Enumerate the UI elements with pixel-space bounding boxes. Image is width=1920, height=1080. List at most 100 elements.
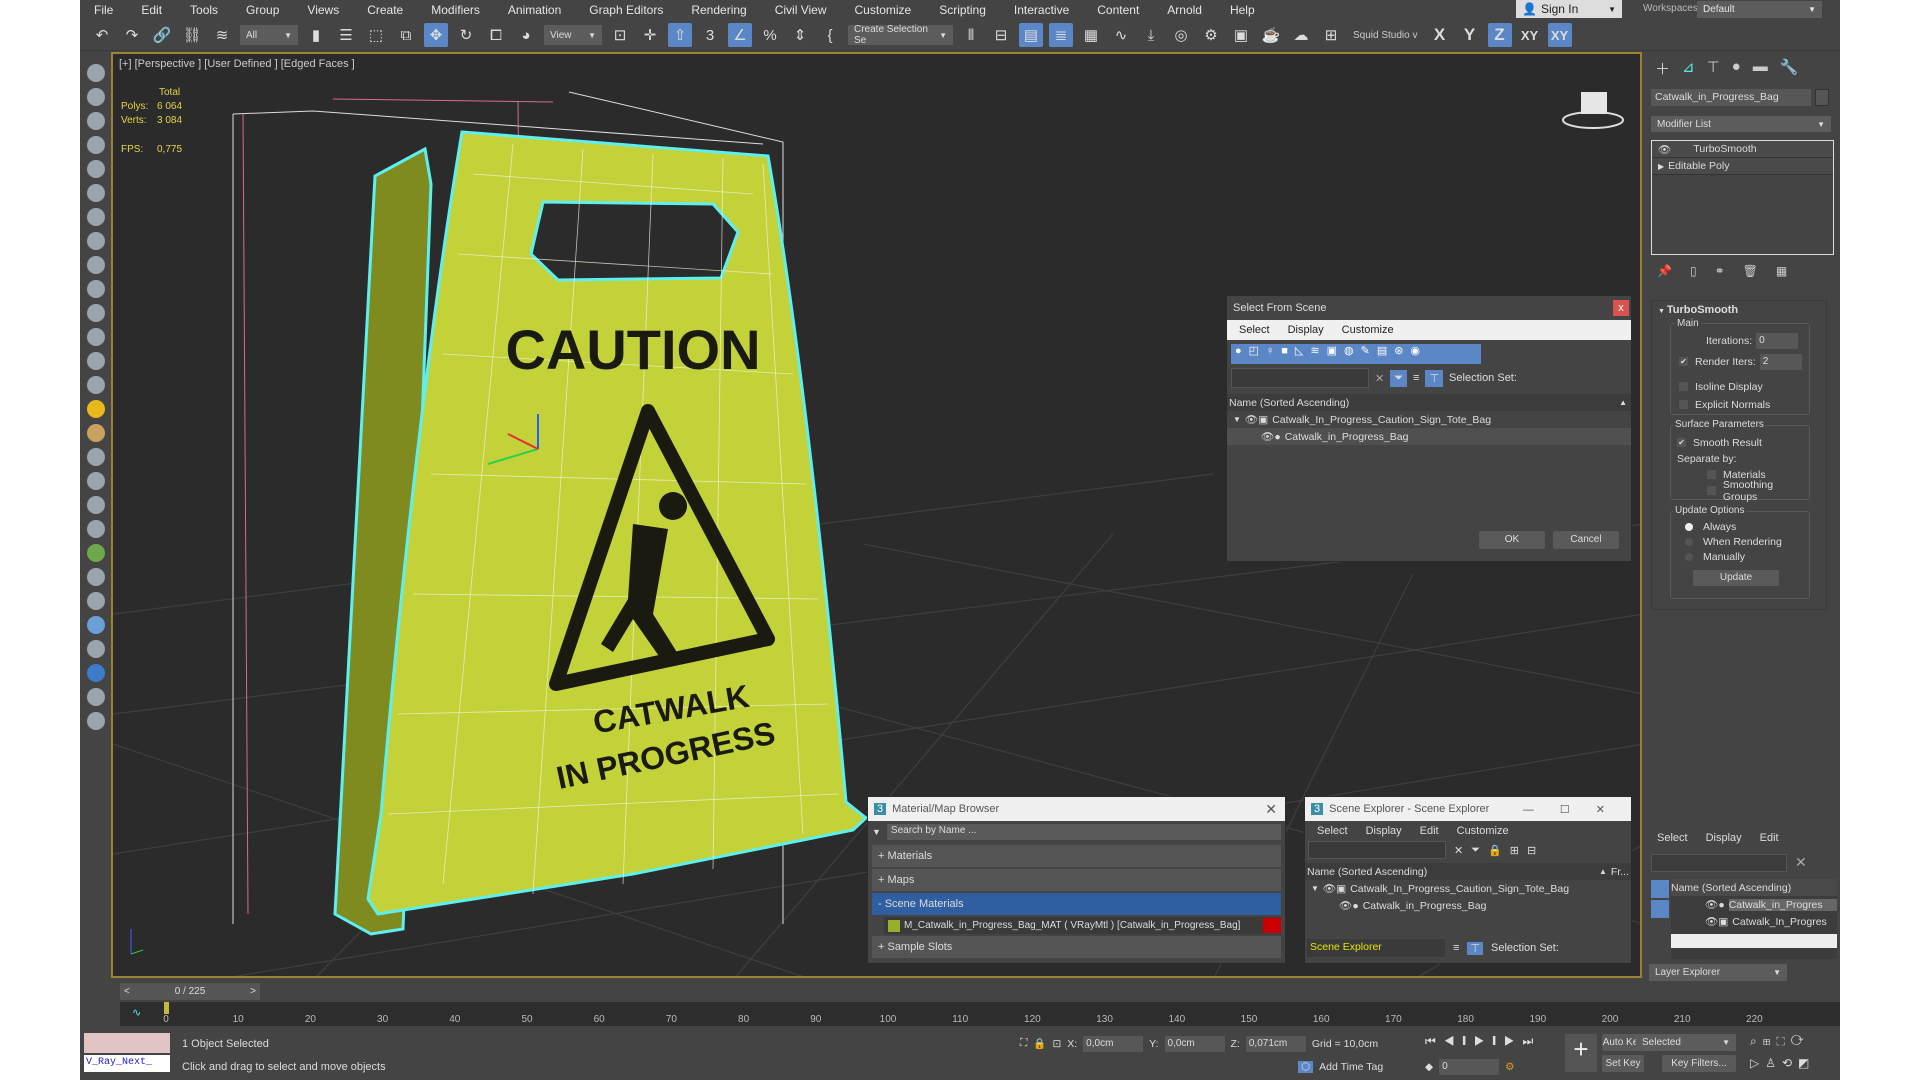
trash-icon[interactable]: 🗑 — [1743, 264, 1758, 278]
menu-customize[interactable]: Customize — [841, 3, 926, 17]
key-mode-dropdown[interactable]: Selected ▼ — [1636, 1034, 1736, 1051]
column-header[interactable]: Name (Sorted Ascending) ▲ Fr... — [1305, 863, 1631, 880]
object-name-field[interactable]: Catwalk_in_Progress_Bag — [1651, 89, 1811, 106]
paint-icon[interactable] — [86, 472, 105, 490]
search-input[interactable]: Search by Name ... — [886, 824, 1281, 840]
selection-filter-dropdown[interactable]: All ▼ — [240, 25, 298, 45]
place-icon[interactable]: ◕ — [514, 23, 538, 47]
unlink-icon[interactable]: ⛓ — [180, 23, 204, 47]
menu-help[interactable]: Help — [1216, 3, 1269, 17]
utilities-tab-icon[interactable]: 🔧 — [1780, 58, 1799, 79]
create-tab-icon[interactable]: ＋ — [1655, 58, 1670, 79]
column-header[interactable]: Name (Sorted Ascending) — [1671, 879, 1837, 896]
hierarchy-icon[interactable]: ⊤ — [1425, 369, 1444, 387]
object-color-swatch[interactable] — [1815, 89, 1829, 106]
playback-controls[interactable]: ⏮◀❙▶❙▶⏭ — [1425, 1034, 1541, 1049]
column-header[interactable]: Name (Sorted Ascending) ▲ — [1227, 394, 1631, 411]
set-key-button[interactable]: Set Key — [1602, 1055, 1644, 1072]
plant-icon[interactable] — [86, 544, 105, 562]
menu-civil-view[interactable]: Civil View — [761, 3, 841, 17]
menu-edit[interactable]: Edit — [127, 3, 176, 17]
viewport-label[interactable]: [+] [Perspective ] [User Defined ] [Edge… — [119, 58, 355, 70]
material-ball-icon[interactable] — [86, 616, 105, 634]
ball-icon[interactable] — [86, 424, 105, 442]
ribbon-icon[interactable]: ▦ — [1079, 23, 1103, 47]
close-button[interactable]: x — [1613, 300, 1629, 316]
browser-titlebar[interactable]: 3 Material/Map Browser ✕ — [868, 797, 1285, 821]
studio-label[interactable]: Squid Studio v — [1349, 30, 1422, 41]
material-item[interactable]: M_Catwalk_in_Progress_Bag_MAT ( VRayMtl … — [884, 917, 1281, 934]
eye-icon[interactable]: 👁 — [1652, 143, 1671, 156]
menu-arnold[interactable]: Arnold — [1153, 3, 1216, 17]
material-editor-icon[interactable]: ◎ — [1169, 23, 1193, 47]
globe-icon[interactable] — [86, 520, 105, 538]
scene-materials-section[interactable]: - Scene Materials — [872, 893, 1281, 915]
render-icon[interactable] — [86, 640, 105, 658]
viewport-nav-controls[interactable]: ⌕⊞⛶⟳ — [1750, 1034, 1810, 1049]
camera-icon[interactable] — [86, 256, 105, 274]
render-setup-icon[interactable]: ⚙ — [1199, 23, 1223, 47]
make-unique-icon[interactable]: ⚭ — [1715, 264, 1725, 278]
hierarchy-tab-icon[interactable]: ⊤ — [1707, 58, 1720, 79]
time-config-icon[interactable]: ⚙ — [1505, 1061, 1514, 1073]
prev-frame-icon[interactable]: < — [120, 986, 134, 997]
axis-z-button[interactable]: Z — [1487, 23, 1512, 47]
workspaces-dropdown[interactable]: Default ▼ — [1697, 1, 1822, 18]
layer-row[interactable]: 👁▣ Catwalk_In_Progres — [1671, 913, 1837, 930]
lock-icon[interactable]: 🔒 — [1488, 844, 1502, 857]
bind-spacewarp-icon[interactable]: ≋ — [210, 23, 234, 47]
maps-section[interactable]: + Maps — [872, 869, 1281, 891]
time-slider-marker[interactable] — [164, 1002, 169, 1014]
sign-in-button[interactable]: 👤 Sign In ▼ — [1516, 0, 1622, 18]
iterations-field[interactable]: Iterations: 0 — [1706, 332, 1799, 349]
rendered-frame-icon[interactable]: ▣ — [1229, 23, 1253, 47]
info-icon[interactable] — [86, 688, 105, 706]
select-move-icon[interactable]: ✥ — [424, 23, 448, 47]
menu-edit[interactable]: Edit — [1760, 832, 1779, 844]
menu-select[interactable]: Select — [1239, 324, 1270, 336]
tree-row[interactable]: 👁● Catwalk_in_Progress_Bag — [1305, 897, 1631, 914]
layers-icon[interactable]: ≡ — [1453, 942, 1459, 954]
menu-display[interactable]: Display — [1366, 825, 1402, 837]
clear-search-icon[interactable]: ✕ — [1795, 854, 1807, 871]
sphere2-icon[interactable] — [86, 328, 105, 346]
help-icon[interactable] — [86, 712, 105, 730]
plane-icon[interactable] — [86, 280, 105, 298]
search-input[interactable] — [1308, 841, 1446, 859]
dome-icon[interactable] — [86, 304, 105, 322]
viewport-nav-controls-2[interactable]: ▷♙⟲◩ — [1750, 1056, 1815, 1070]
teapot2-icon[interactable] — [86, 352, 105, 370]
teapot-icon[interactable] — [86, 64, 105, 82]
smooth-result-checkbox[interactable]: ✔ Smooth Result — [1677, 434, 1762, 451]
rotate-icon[interactable] — [86, 232, 105, 250]
select-by-name-icon[interactable]: ☰ — [334, 23, 358, 47]
menu-scripting[interactable]: Scripting — [925, 3, 1000, 17]
filter-icon[interactable]: ⏷ — [1390, 369, 1408, 387]
menu-graph-editors[interactable]: Graph Editors — [575, 3, 677, 17]
viewcube-icon[interactable] — [1562, 92, 1624, 129]
align-icon[interactable]: ⊟ — [989, 23, 1013, 47]
menu-rendering[interactable]: Rendering — [677, 3, 760, 17]
explorer-titlebar[interactable]: 3 Scene Explorer - Scene Explorer —☐✕ — [1305, 797, 1631, 821]
expand-icon[interactable]: ⊞ — [1510, 844, 1519, 857]
undo-icon[interactable]: ↶ — [90, 23, 114, 47]
menu-edit[interactable]: Edit — [1420, 825, 1439, 837]
absolute-mode-icon[interactable]: ⊡ — [1052, 1038, 1061, 1050]
box-icon[interactable] — [86, 112, 105, 130]
hair-icon[interactable] — [86, 568, 105, 586]
select-scale-icon[interactable]: ⧠ — [484, 23, 508, 47]
options-icon[interactable]: ▼ — [872, 827, 881, 837]
menu-customize[interactable]: Customize — [1342, 324, 1394, 336]
stack-item-editable-poly[interactable]: ▶ Editable Poly — [1652, 158, 1833, 175]
render-grid-icon[interactable]: ⊞ — [1319, 23, 1343, 47]
materials-section[interactable]: + Materials — [872, 845, 1281, 867]
list-icon[interactable] — [86, 136, 105, 154]
layer-search-input[interactable] — [1651, 854, 1787, 872]
timeline-track[interactable]: ∿ 0 10 20 30 40 50 60 70 80 90 100 110 120 130 140 150 1… — [120, 1002, 1840, 1026]
keyboard-shortcut-icon[interactable]: ⇧ — [668, 23, 692, 47]
current-frame-field[interactable]: 0 — [1439, 1058, 1500, 1075]
menu-tools[interactable]: Tools — [176, 3, 232, 17]
dialog-titlebar[interactable]: Select From Scene x — [1227, 296, 1631, 320]
render-iters-checkbox[interactable]: ✔ — [1679, 357, 1688, 366]
link-icon[interactable]: 🔗 — [150, 23, 174, 47]
